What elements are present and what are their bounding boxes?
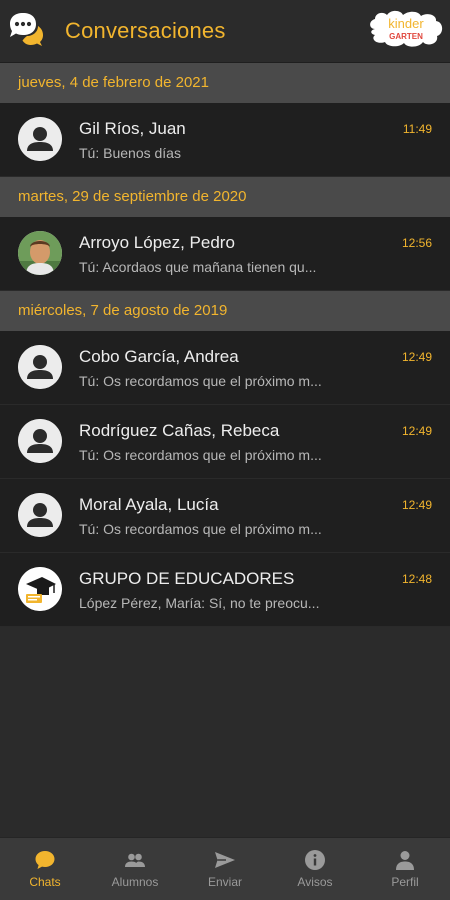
chat-row[interactable]: Rodríguez Cañas, Rebeca Tú: Os recordamo… <box>0 405 450 479</box>
chat-name: Arroyo López, Pedro <box>79 233 235 252</box>
chat-name: Moral Ayala, Lucía <box>79 495 219 514</box>
people-icon <box>123 848 147 872</box>
chat-preview: Tú: Buenos días <box>79 145 181 161</box>
chat-time: 12:48 <box>401 572 432 586</box>
nav-chats[interactable]: Chats <box>0 838 90 900</box>
nav-label: Avisos <box>297 875 333 889</box>
nav-label: Enviar <box>207 875 242 889</box>
chat-bubbles-logo-icon <box>7 11 45 47</box>
page-title: Conversaciones <box>65 18 226 43</box>
app-root: Conversaciones kinder GARTEN jueves, 4 d… <box>0 0 450 900</box>
chat-time: 12:56 <box>401 236 432 250</box>
chat-time: 12:49 <box>401 350 432 364</box>
chat-row[interactable]: Moral Ayala, Lucía Tú: Os recordamos que… <box>0 479 450 553</box>
chat-preview: Tú: Os recordamos que el próximo m... <box>79 521 322 537</box>
bottom-navigation: Chats Alumnos Enviar Avisos Perfil <box>0 837 450 900</box>
profile-icon <box>393 848 417 872</box>
brand-bottom-text: GARTEN <box>389 32 423 41</box>
nav-perfil[interactable]: Perfil <box>360 838 450 900</box>
chat-preview: Tú: Os recordamos que el próximo m... <box>79 373 322 389</box>
info-icon <box>303 848 327 872</box>
chat-bubble-icon <box>33 848 57 872</box>
chat-preview: López Pérez, María: Sí, no te preocu... <box>79 595 320 611</box>
person-placeholder-icon <box>18 419 62 463</box>
chat-name: Rodríguez Cañas, Rebeca <box>79 421 280 440</box>
chat-row[interactable]: Cobo García, Andrea Tú: Os recordamos qu… <box>0 331 450 405</box>
chat-time: 12:49 <box>401 498 432 512</box>
chat-name: GRUPO DE EDUCADORES <box>79 569 295 588</box>
chat-name: Cobo García, Andrea <box>79 347 239 366</box>
avatar-photo <box>18 231 62 275</box>
date-separator: jueves, 4 de febrero de 2021 <box>0 63 450 103</box>
date-separator: miércoles, 7 de agosto de 2019 <box>0 291 450 331</box>
person-placeholder-icon <box>18 345 62 389</box>
nav-avisos[interactable]: Avisos <box>270 838 360 900</box>
chat-row[interactable]: Gil Ríos, Juan Tú: Buenos días 11:49 <box>0 103 450 177</box>
send-icon <box>213 848 237 872</box>
graduation-cap-icon <box>18 567 62 611</box>
kindergarten-logo: kinder GARTEN <box>367 9 445 49</box>
app-header: Conversaciones kinder GARTEN <box>0 0 450 63</box>
person-placeholder-icon <box>18 493 62 537</box>
brand-top-text: kinder <box>388 16 424 31</box>
nav-label: Perfil <box>391 875 419 889</box>
date-separator: martes, 29 de septiembre de 2020 <box>0 177 450 217</box>
chat-preview: Tú: Os recordamos que el próximo m... <box>79 447 322 463</box>
chat-row[interactable]: GRUPO DE EDUCADORES López Pérez, María: … <box>0 553 450 627</box>
person-placeholder-icon <box>18 117 62 161</box>
chat-time: 11:49 <box>402 122 432 136</box>
nav-alumnos[interactable]: Alumnos <box>90 838 180 900</box>
nav-label: Alumnos <box>111 875 159 889</box>
nav-label: Chats <box>29 875 61 889</box>
chat-row[interactable]: Arroyo López, Pedro Tú: Acordaos que mañ… <box>0 217 450 291</box>
nav-enviar[interactable]: Enviar <box>180 838 270 900</box>
chat-name: Gil Ríos, Juan <box>79 119 186 138</box>
chat-time: 12:49 <box>401 424 432 438</box>
chat-preview: Tú: Acordaos que mañana tienen qu... <box>79 259 317 275</box>
